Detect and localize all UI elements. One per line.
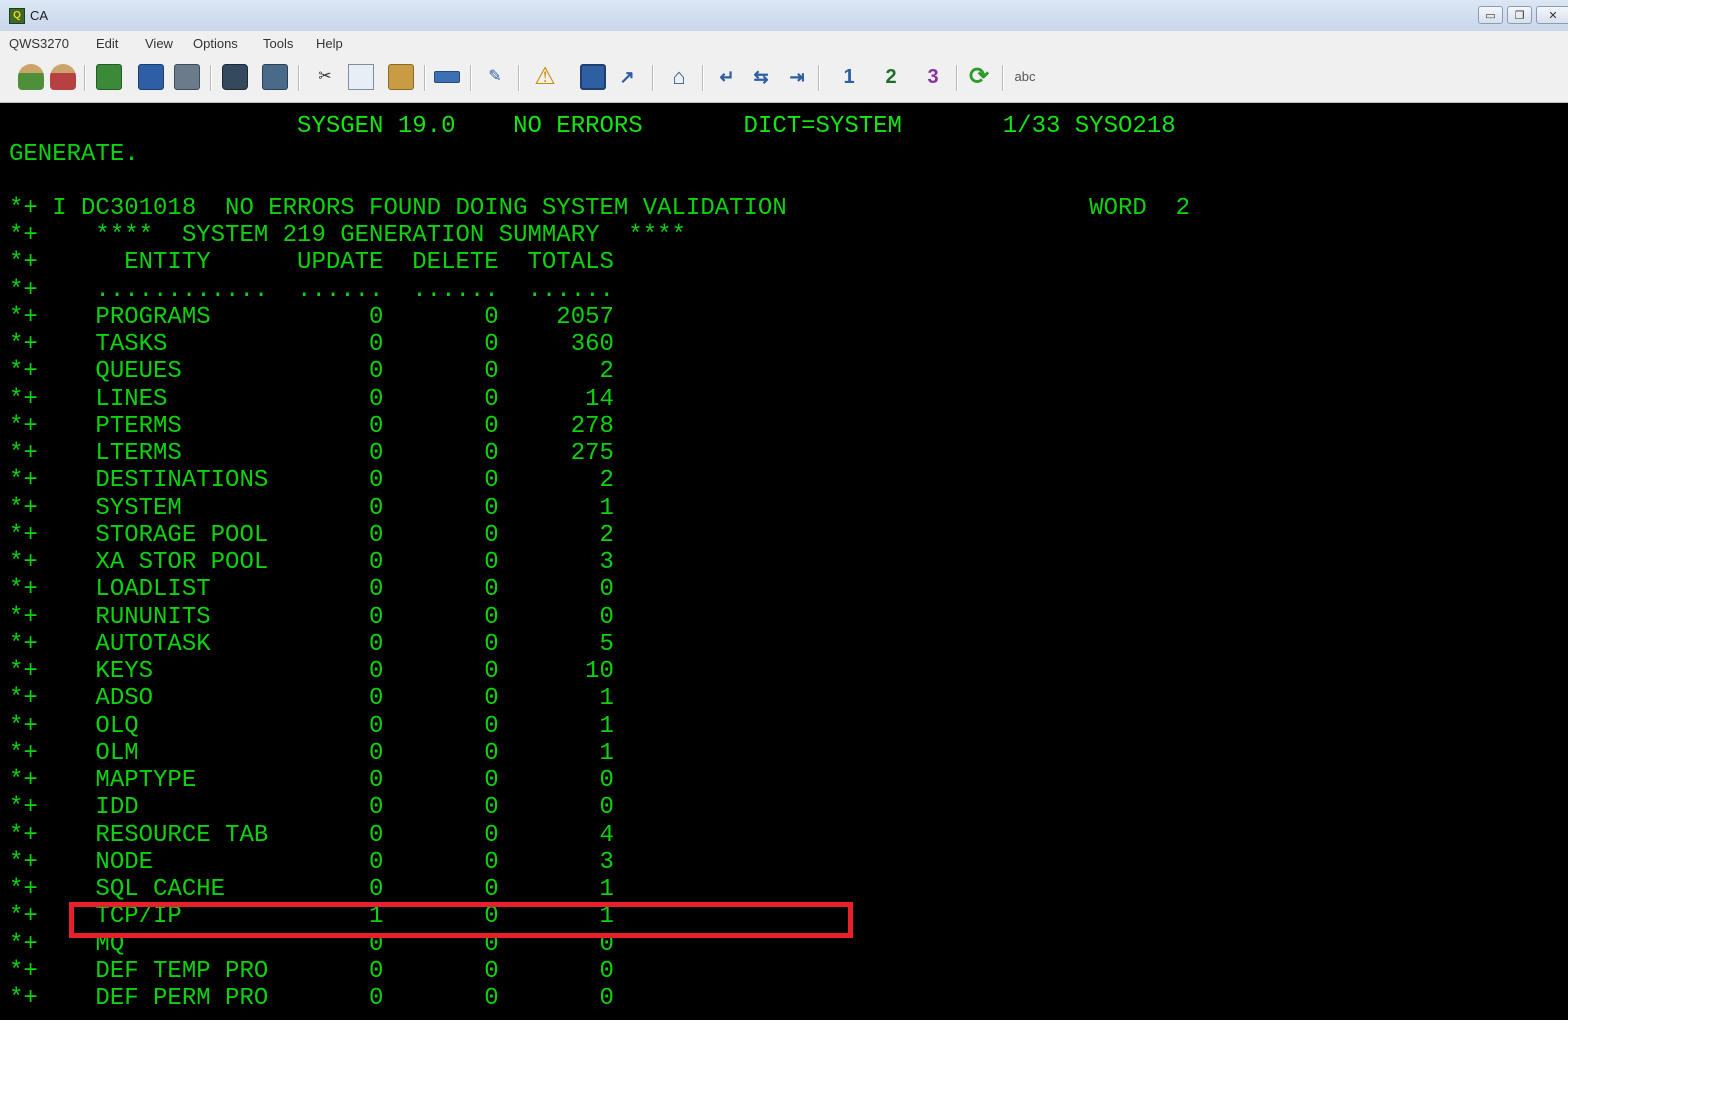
table-row: *+ LINES 0 0 14 bbox=[9, 386, 614, 413]
table-row: *+ KEYS 0 0 10 bbox=[9, 658, 614, 685]
table-row: *+ RUNUNITS 0 0 0 bbox=[9, 604, 614, 631]
table-row: *+ TASKS 0 0 360 bbox=[9, 331, 614, 358]
cut-icon[interactable]: ✂ bbox=[312, 64, 338, 90]
table-row: *+ IDD 0 0 0 bbox=[9, 794, 614, 821]
column-headers: *+ ENTITY UPDATE DELETE TOTALS bbox=[9, 249, 614, 276]
pa1-icon[interactable]: 1 bbox=[834, 64, 864, 90]
menu-qws3270[interactable]: QWS3270 bbox=[9, 36, 69, 51]
table-row: *+ SQL CACHE 0 0 1 bbox=[9, 876, 614, 903]
table-row: *+ DEF TEMP PRO 0 0 0 bbox=[9, 958, 614, 985]
status-line: SYSGEN 19.0 NO ERRORS DICT=SYSTEM 1/33 S… bbox=[9, 113, 1176, 140]
monitor-icon[interactable] bbox=[580, 64, 606, 90]
table-row: *+ PROGRAMS 0 0 2057 bbox=[9, 304, 614, 331]
table-row: *+ DESTINATIONS 0 0 2 bbox=[9, 467, 614, 494]
table-row: *+ QUEUES 0 0 2 bbox=[9, 358, 614, 385]
app-icon: Q bbox=[9, 8, 25, 24]
capture-icon[interactable] bbox=[262, 64, 288, 90]
spellcheck-icon[interactable]: abc bbox=[1012, 64, 1038, 90]
title-bar: Q CA ▭ ❐ ✕ bbox=[0, 0, 1568, 32]
table-row: *+ OLM 0 0 1 bbox=[9, 740, 614, 767]
pa2-icon[interactable]: 2 bbox=[876, 64, 906, 90]
menu-tools[interactable]: Tools bbox=[263, 36, 293, 51]
menu-bar: QWS3270 Edit View Options Tools Help bbox=[0, 31, 1568, 56]
table-row: *+ ADSO 0 0 1 bbox=[9, 685, 614, 712]
app-window: Q CA ▭ ❐ ✕ QWS3270 Edit View Options Too… bbox=[0, 0, 1568, 1020]
message-line: *+ I DC301018 NO ERRORS FOUND DOING SYST… bbox=[9, 195, 1190, 222]
table-row: *+ LOADLIST 0 0 0 bbox=[9, 576, 614, 603]
screenshot-icon[interactable] bbox=[222, 64, 248, 90]
keyboard-icon[interactable] bbox=[434, 71, 460, 83]
column-underline: *+ ............ ...... ...... ...... bbox=[9, 277, 614, 304]
enter-icon[interactable]: ↵ bbox=[714, 64, 740, 90]
summary-title: *+ **** SYSTEM 219 GENERATION SUMMARY **… bbox=[9, 222, 686, 249]
transfer-icon[interactable]: ↗ bbox=[614, 64, 640, 90]
disconnect-icon[interactable] bbox=[50, 64, 76, 90]
menu-help[interactable]: Help bbox=[316, 36, 343, 51]
edit-icon[interactable]: ✎ bbox=[482, 64, 508, 90]
table-row: *+ LTERMS 0 0 275 bbox=[9, 440, 614, 467]
close-button[interactable]: ✕ bbox=[1536, 6, 1568, 24]
table-row: *+ OLQ 0 0 1 bbox=[9, 713, 614, 740]
menu-view[interactable]: View bbox=[145, 36, 173, 51]
table-row: *+ NODE 0 0 3 bbox=[9, 849, 614, 876]
connect-icon[interactable] bbox=[18, 64, 44, 90]
command-line[interactable]: GENERATE. bbox=[9, 141, 139, 168]
table-row: *+ STORAGE POOL 0 0 2 bbox=[9, 522, 614, 549]
print-icon[interactable] bbox=[174, 64, 200, 90]
restore-button[interactable]: ❐ bbox=[1507, 6, 1532, 24]
paste-icon[interactable] bbox=[388, 64, 414, 90]
table-row: *+ AUTOTASK 0 0 5 bbox=[9, 631, 614, 658]
home-icon[interactable]: ⌂ bbox=[666, 64, 692, 90]
table-row: *+ MAPTYPE 0 0 0 bbox=[9, 767, 614, 794]
table-row: *+ RESOURCE TAB 0 0 4 bbox=[9, 822, 614, 849]
warning-icon[interactable]: ⚠ bbox=[532, 64, 558, 90]
menu-options[interactable]: Options bbox=[193, 36, 238, 51]
field-icon[interactable]: ⇆ bbox=[748, 64, 774, 90]
save-icon[interactable] bbox=[138, 64, 164, 90]
tab-icon[interactable]: ⇥ bbox=[784, 64, 810, 90]
terminal-screen[interactable]: SYSGEN 19.0 NO ERRORS DICT=SYSTEM 1/33 S… bbox=[0, 103, 1568, 1020]
table-row: *+ SYSTEM 0 0 1 bbox=[9, 495, 614, 522]
refresh-icon[interactable]: ⟳ bbox=[966, 64, 992, 90]
table-row: *+ XA STOR POOL 0 0 3 bbox=[9, 549, 614, 576]
tcpip-highlight-box bbox=[69, 902, 853, 938]
pa3-icon[interactable]: 3 bbox=[918, 64, 948, 90]
table-row: *+ DEF PERM PRO 0 0 0 bbox=[9, 985, 614, 1012]
toolbar: ✂ ✎ ⚠ ↗ ⌂ ↵ ⇆ ⇥ 1 2 3 ⟳ abc bbox=[0, 55, 1568, 103]
menu-edit[interactable]: Edit bbox=[96, 36, 118, 51]
window-title: CA bbox=[30, 8, 49, 23]
copy-icon[interactable] bbox=[348, 64, 374, 90]
minimize-button[interactable]: ▭ bbox=[1478, 6, 1503, 24]
run-icon[interactable] bbox=[96, 64, 122, 90]
table-row: *+ PTERMS 0 0 278 bbox=[9, 413, 614, 440]
